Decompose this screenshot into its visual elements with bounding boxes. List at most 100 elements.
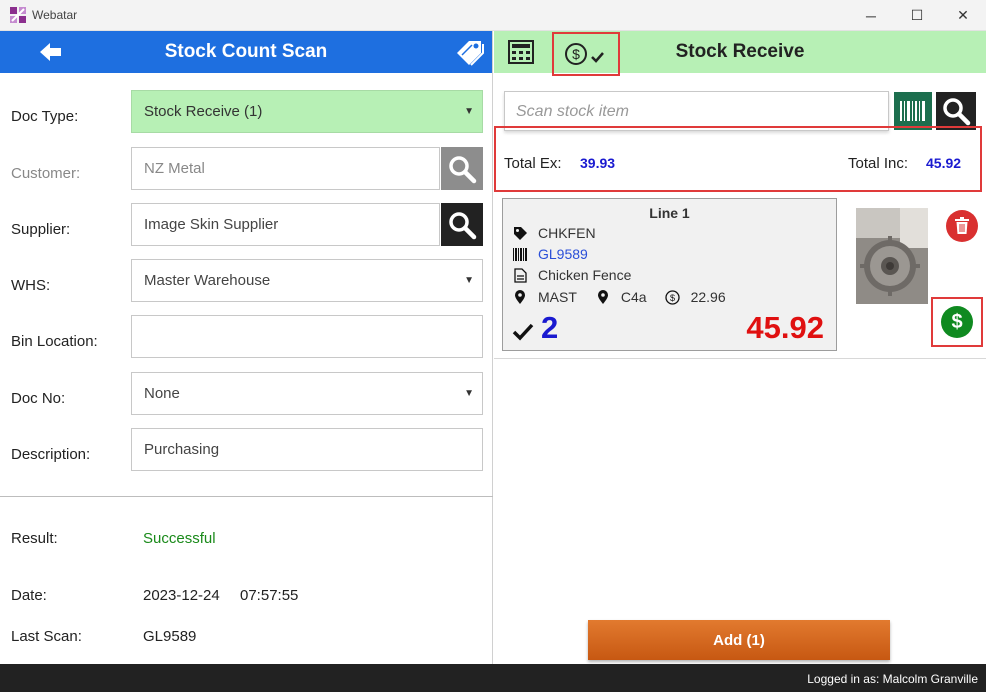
trash-icon <box>955 217 969 234</box>
doc-type-select[interactable]: Stock Receive (1) ▼ <box>131 90 483 133</box>
whs-row: WHS: Master Warehouse ▼ <box>0 259 493 303</box>
product-photo <box>856 208 928 304</box>
line-bin: C4a <box>620 289 647 305</box>
line-list: Line 1 CHKFEN GL9589 Chicken Fence MAST … <box>494 191 986 359</box>
doc-no-row: Doc No: None ▼ <box>0 372 493 416</box>
supplier-row: Supplier: Image Skin Supplier <box>0 203 493 247</box>
line-amount: 45.92 <box>746 310 824 345</box>
tag-icon <box>512 225 528 241</box>
dollar-circle-icon: $ <box>665 289 681 305</box>
barcode-icon <box>512 246 528 262</box>
total-inc-label: Total Inc: <box>848 155 909 172</box>
result-row: Result: Successful <box>0 530 493 550</box>
checkmark-icon <box>512 323 534 341</box>
price-button-highlight: $ <box>931 297 983 347</box>
window-titlebar: Webatar ─ ☐ ✕ <box>0 0 986 31</box>
line-barcode-link[interactable]: GL9589 <box>538 246 588 262</box>
supplier-field[interactable]: Image Skin Supplier <box>131 203 440 246</box>
price-check-button[interactable]: $ <box>552 32 620 76</box>
customer-label: Customer: <box>11 165 81 182</box>
result-label: Result: <box>11 530 58 547</box>
whs-value: Master Warehouse <box>144 272 271 289</box>
line-quantity: 2 <box>541 310 559 345</box>
search-icon <box>449 155 477 183</box>
section-divider <box>0 496 493 497</box>
bin-location-row: Bin Location: <box>0 315 493 359</box>
search-icon <box>943 98 971 126</box>
maximize-button[interactable]: ☐ <box>894 0 940 31</box>
document-icon <box>512 267 528 283</box>
customer-value: NZ Metal <box>144 160 205 177</box>
webatar-logo-icon <box>10 7 26 23</box>
barcode-scan-button[interactable] <box>894 92 932 130</box>
totals-box: Total Ex: 39.93 Total Inc: 45.92 <box>494 126 982 192</box>
result-value: Successful <box>143 530 216 547</box>
scan-stock-input[interactable]: Scan stock item <box>504 91 889 131</box>
dropdown-caret-icon: ▼ <box>464 388 474 399</box>
doc-no-label: Doc No: <box>11 390 66 407</box>
add-button[interactable]: Add (1) <box>588 620 890 660</box>
description-label: Description: <box>11 446 91 463</box>
dollar-price-button[interactable]: $ <box>941 306 973 338</box>
status-bar: Logged in as: Malcolm Granville <box>0 664 986 692</box>
line-description: Chicken Fence <box>538 267 632 283</box>
scan-row: Scan stock item <box>504 91 976 131</box>
last-scan-label: Last Scan: <box>11 628 82 645</box>
back-arrow-icon[interactable] <box>38 40 64 64</box>
customer-search-button[interactable] <box>441 147 483 190</box>
left-header: Stock Count Scan <box>0 31 492 73</box>
customer-row: Customer: NZ Metal <box>0 147 493 191</box>
doc-type-value: Stock Receive (1) <box>144 103 263 120</box>
line-card[interactable]: Line 1 CHKFEN GL9589 Chicken Fence MAST … <box>502 198 837 351</box>
time-value: 07:57:55 <box>240 587 299 604</box>
line-barcode-row: GL9589 <box>512 245 588 263</box>
last-scan-value: GL9589 <box>143 628 197 645</box>
logged-in-user: Logged in as: Malcolm Granville <box>807 672 978 686</box>
location-pin-icon <box>595 289 611 305</box>
supplier-search-button[interactable] <box>441 203 483 246</box>
minimize-button[interactable]: ─ <box>848 0 894 31</box>
date-row: Date: 2023-12-24 07:57:55 <box>0 587 493 607</box>
window-title: Webatar <box>32 8 78 22</box>
total-ex-label: Total Ex: <box>504 155 562 172</box>
description-value: Purchasing <box>144 441 220 458</box>
whs-select[interactable]: Master Warehouse ▼ <box>131 259 483 302</box>
whs-label: WHS: <box>11 277 51 294</box>
description-field[interactable]: Purchasing <box>131 428 483 471</box>
date-label: Date: <box>11 587 47 604</box>
calculator-icon[interactable] <box>508 40 534 64</box>
scan-search-button[interactable] <box>936 92 976 130</box>
stock-count-scan-panel: Stock Count Scan Doc Type: Stock Receive… <box>0 31 493 664</box>
bin-location-label: Bin Location: <box>11 333 98 350</box>
description-row: Description: Purchasing <box>0 428 493 472</box>
search-icon <box>449 211 477 239</box>
line-price: 22.96 <box>690 289 726 305</box>
delete-line-button[interactable] <box>946 210 978 242</box>
doc-type-label: Doc Type: <box>11 108 79 125</box>
total-ex-value: 39.93 <box>580 155 616 171</box>
dropdown-caret-icon: ▼ <box>464 106 474 117</box>
page-title: Stock Count Scan <box>164 41 328 62</box>
supplier-label: Supplier: <box>11 221 71 238</box>
svg-text:$: $ <box>572 46 580 62</box>
window-controls: ─ ☐ ✕ <box>848 0 986 31</box>
line-code: CHKFEN <box>538 225 596 241</box>
date-value: 2023-12-24 <box>143 587 220 604</box>
line-description-row: Chicken Fence <box>512 266 631 284</box>
total-inc-value: 45.92 <box>926 155 962 171</box>
customer-field[interactable]: NZ Metal <box>131 147 440 190</box>
close-button[interactable]: ✕ <box>940 0 986 31</box>
location-pin-icon <box>512 289 528 305</box>
svg-text:$: $ <box>670 293 675 303</box>
supplier-value: Image Skin Supplier <box>144 216 279 233</box>
doc-no-select[interactable]: None ▼ <box>131 372 483 415</box>
bin-location-field[interactable] <box>131 315 483 358</box>
line-title: Line 1 <box>649 205 690 221</box>
doc-no-value: None <box>144 385 180 402</box>
right-page-title: Stock Receive <box>675 41 805 62</box>
barcode-icon <box>900 101 925 121</box>
last-scan-row: Last Scan: GL9589 <box>0 628 493 648</box>
right-header: $ Stock Receive <box>494 31 986 76</box>
price-tags-icon[interactable] <box>454 37 486 67</box>
line-code-row: CHKFEN <box>512 224 596 242</box>
